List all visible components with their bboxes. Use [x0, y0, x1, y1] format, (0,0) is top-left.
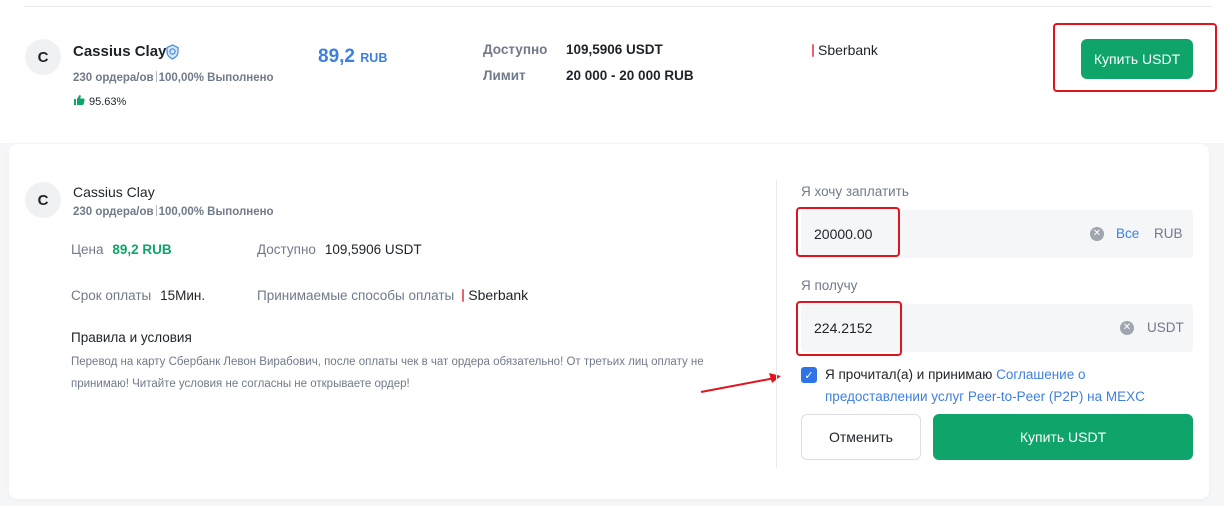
positive-rating: 95.63% [73, 94, 126, 109]
limit-value: 20 000 - 20 000 RUB [566, 68, 694, 83]
price-field: Цена 89,2 RUB [71, 241, 172, 259]
receive-label: Я получу [801, 278, 858, 293]
pay-field: ✕ Все RUB [801, 210, 1193, 258]
available-label: Доступно [257, 242, 316, 257]
completion-rate: 100,00% Выполнено [158, 206, 274, 218]
price-value: 89,2 [318, 46, 355, 67]
avatar[interactable]: C [25, 182, 61, 218]
agree-checkbox[interactable]: ✓ [801, 367, 817, 383]
payment-method: Sberbank [812, 42, 878, 58]
payment-method-name: Sberbank [468, 287, 529, 303]
positive-rate: 95.63% [89, 95, 127, 108]
available-label: Доступно [483, 42, 548, 57]
checkmark-icon: ✓ [804, 369, 814, 382]
payment-method-marker [812, 43, 814, 57]
orders-count: 230 ордера/ов [73, 206, 154, 218]
available-value: 109,5906 USDT [566, 42, 663, 57]
annotation-arrow-icon [700, 373, 781, 393]
pay-currency: RUB [1154, 226, 1183, 241]
buy-usdt-button[interactable]: Купить USDT [1081, 39, 1193, 79]
accepted-methods-label: Принимаемые способы оплаты [257, 287, 455, 303]
pay-label: Я хочу заплатить [801, 184, 909, 199]
receive-amount-input[interactable] [801, 320, 1061, 336]
pay-amount-input[interactable] [801, 226, 1061, 242]
agree-label: Я прочитал(а) и принимаю [825, 367, 993, 382]
payment-term-field: Срок оплаты 15Мин. [71, 287, 205, 305]
accepted-methods-field: Принимаемые способы оплаты Sberbank [257, 287, 528, 303]
buy-button[interactable]: Купить USDT [933, 414, 1193, 460]
rules-text: Перевод на карту Сбербанк Левон Вирабови… [71, 356, 704, 390]
thumbs-up-icon [73, 94, 85, 109]
payment-term-value: 15Мин. [160, 288, 206, 303]
rules-title: Правила и условия [71, 330, 192, 345]
price-currency: RUB [360, 51, 388, 65]
receive-field: ✕ USDT [801, 304, 1193, 352]
payment-term-label: Срок оплаты [71, 288, 152, 303]
merchant-stats: 230 ордера/ов 100,00% Выполнено [73, 71, 274, 84]
available-value: 109,5906 USDT [324, 242, 422, 257]
limit-label: Лимит [483, 68, 526, 83]
available-field: Доступно 109,5906 USDT [257, 241, 422, 259]
receive-currency: USDT [1147, 320, 1184, 335]
merchant-stats: 230 ордера/ов 100,00% Выполнено [73, 205, 274, 218]
orders-count: 230 ордера/ов [73, 72, 154, 84]
agree-text: Я прочитал(а) и принимаю Соглашение о пр… [825, 364, 1165, 408]
avatar[interactable]: C [25, 39, 61, 75]
payment-method-name: Sberbank [818, 42, 878, 58]
price-label: Цена [71, 242, 104, 257]
completion-rate: 100,00% Выполнено [158, 72, 274, 84]
price-value: 89,2 RUB [112, 242, 172, 257]
divider [776, 180, 777, 468]
clear-icon[interactable]: ✕ [1090, 227, 1104, 241]
payment-method-marker [462, 288, 465, 302]
all-amount-link[interactable]: Все [1116, 226, 1139, 241]
clear-icon[interactable]: ✕ [1120, 321, 1134, 335]
verified-badge-icon [165, 44, 180, 65]
cancel-button[interactable]: Отменить [801, 414, 921, 460]
merchant-name[interactable]: Cassius Clay [73, 43, 166, 60]
divider [24, 6, 1212, 7]
merchant-name[interactable]: Cassius Clay [73, 184, 155, 200]
offer-price: 89,2 RUB [318, 46, 387, 68]
